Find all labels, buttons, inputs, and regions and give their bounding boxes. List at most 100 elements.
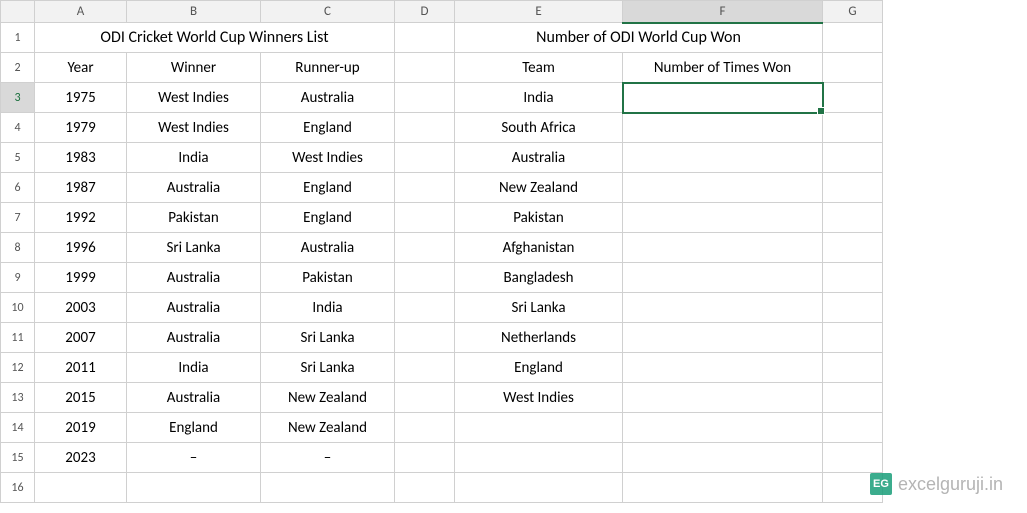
cell-G7[interactable] [823,203,883,233]
cell-D8[interactable] [395,233,455,263]
cell-G14[interactable] [823,413,883,443]
cell-B14[interactable]: England [127,413,261,443]
col-header-E[interactable]: E [455,1,623,23]
cell-E3[interactable]: India [455,83,623,113]
cell-D11[interactable] [395,323,455,353]
header-times[interactable]: Number of Times Won [623,53,823,83]
cell-G10[interactable] [823,293,883,323]
cell-A15[interactable]: 2023 [35,443,127,473]
header-winner[interactable]: Winner [127,53,261,83]
cell-F5[interactable] [623,143,823,173]
cell-D15[interactable] [395,443,455,473]
cell-C16[interactable] [261,473,395,503]
cell-C11[interactable]: Sri Lanka [261,323,395,353]
cell-C13[interactable]: New Zealand [261,383,395,413]
cell-F8[interactable] [623,233,823,263]
row-header-10[interactable]: 10 [1,293,35,323]
cell-D13[interactable] [395,383,455,413]
row-header-16[interactable]: 16 [1,473,35,503]
cell-C7[interactable]: England [261,203,395,233]
cell-A13[interactable]: 2015 [35,383,127,413]
cell-C12[interactable]: Sri Lanka [261,353,395,383]
cell-B15[interactable]: – [127,443,261,473]
cell-B9[interactable]: Australia [127,263,261,293]
col-header-B[interactable]: B [127,1,261,23]
cell-G8[interactable] [823,233,883,263]
cell-D6[interactable] [395,173,455,203]
cell-C14[interactable]: New Zealand [261,413,395,443]
cell-C5[interactable]: West Indies [261,143,395,173]
cell-B12[interactable]: India [127,353,261,383]
col-header-C[interactable]: C [261,1,395,23]
cell-D14[interactable] [395,413,455,443]
cell-B5[interactable]: India [127,143,261,173]
cell-B16[interactable] [127,473,261,503]
col-header-F[interactable]: F [623,1,823,23]
row-header-4[interactable]: 4 [1,113,35,143]
cell-A10[interactable]: 2003 [35,293,127,323]
cell-C9[interactable]: Pakistan [261,263,395,293]
cell-B7[interactable]: Pakistan [127,203,261,233]
cell-G6[interactable] [823,173,883,203]
cell-E11[interactable]: Netherlands [455,323,623,353]
header-runnerup[interactable]: Runner-up [261,53,395,83]
cell-G2[interactable] [823,53,883,83]
row-header-11[interactable]: 11 [1,323,35,353]
cell-F9[interactable] [623,263,823,293]
col-header-D[interactable]: D [395,1,455,23]
cell-G12[interactable] [823,353,883,383]
cell-F11[interactable] [623,323,823,353]
cell-D3[interactable] [395,83,455,113]
cell-F10[interactable] [623,293,823,323]
row-header-5[interactable]: 5 [1,143,35,173]
cell-E13[interactable]: West Indies [455,383,623,413]
cell-E10[interactable]: Sri Lanka [455,293,623,323]
cell-F15[interactable] [623,443,823,473]
cell-C8[interactable]: Australia [261,233,395,263]
cell-F3-active[interactable] [623,83,823,113]
row-header-14[interactable]: 14 [1,413,35,443]
cell-B10[interactable]: Australia [127,293,261,323]
cell-E12[interactable]: England [455,353,623,383]
cell-C15[interactable]: – [261,443,395,473]
cell-A7[interactable]: 1992 [35,203,127,233]
cell-E16[interactable] [455,473,623,503]
row-header-7[interactable]: 7 [1,203,35,233]
cell-F4[interactable] [623,113,823,143]
cell-F14[interactable] [623,413,823,443]
row-header-6[interactable]: 6 [1,173,35,203]
cell-B11[interactable]: Australia [127,323,261,353]
cell-G5[interactable] [823,143,883,173]
cell-D4[interactable] [395,113,455,143]
cell-C10[interactable]: India [261,293,395,323]
cell-E9[interactable]: Bangladesh [455,263,623,293]
cell-F6[interactable] [623,173,823,203]
row-header-3[interactable]: 3 [1,83,35,113]
cell-G4[interactable] [823,113,883,143]
cell-E6[interactable]: New Zealand [455,173,623,203]
cell-B13[interactable]: Australia [127,383,261,413]
cell-C4[interactable]: England [261,113,395,143]
row-header-1[interactable]: 1 [1,23,35,53]
right-table-title[interactable]: Number of ODI World Cup Won [455,23,823,53]
row-header-12[interactable]: 12 [1,353,35,383]
cell-F12[interactable] [623,353,823,383]
row-header-13[interactable]: 13 [1,383,35,413]
cell-D7[interactable] [395,203,455,233]
cell-D5[interactable] [395,143,455,173]
row-header-8[interactable]: 8 [1,233,35,263]
cell-A6[interactable]: 1987 [35,173,127,203]
row-header-9[interactable]: 9 [1,263,35,293]
cell-A9[interactable]: 1999 [35,263,127,293]
row-header-2[interactable]: 2 [1,53,35,83]
cell-D2[interactable] [395,53,455,83]
cell-G11[interactable] [823,323,883,353]
left-table-title[interactable]: ODI Cricket World Cup Winners List [35,23,395,53]
cell-D16[interactable] [395,473,455,503]
cell-G13[interactable] [823,383,883,413]
cell-A8[interactable]: 1996 [35,233,127,263]
select-all-corner[interactable] [1,1,35,23]
cell-C3[interactable]: Australia [261,83,395,113]
cell-B6[interactable]: Australia [127,173,261,203]
spreadsheet-grid[interactable]: A B C D E F G 1 ODI Cricket World Cup Wi… [0,0,883,503]
